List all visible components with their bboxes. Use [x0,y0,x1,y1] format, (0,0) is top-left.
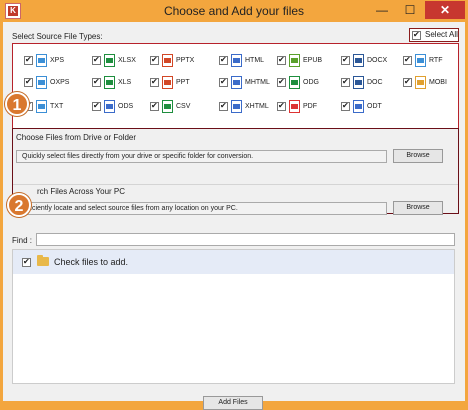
search-section-label: rch Files Across Your PC [37,187,126,196]
file-type-label: PDF [303,103,317,110]
file-type-label: RTF [429,57,443,64]
select-all-check-icon [412,30,421,40]
file-type-label: DOCX [367,57,388,64]
add-files-button[interactable]: Add Files [203,396,263,410]
file-type-label: HTML [245,57,265,64]
file-type-label: DOC [367,79,383,86]
select-all-label: Select All [425,30,458,39]
find-input[interactable] [36,233,455,246]
ods-file-icon [104,100,115,113]
section-divider [13,184,458,185]
minimize-button[interactable]: — [369,1,395,19]
ppt-file-icon [162,76,173,89]
txt-file-icon [36,100,47,113]
file-type-label: PPTX [176,57,195,64]
add-files-dialog: K Choose and Add your files — ☐ ✕ Select… [0,0,468,410]
file-type-check-icon [341,101,350,111]
search-pc-field: Efficiently locate and select source fil… [16,202,387,215]
file-type-check-icon [150,101,159,111]
file-type-check-icon [277,77,286,87]
csv-file-icon [162,100,173,113]
file-type-label: EPUB [303,57,323,64]
odt-file-icon [353,100,364,113]
title-bar: K Choose and Add your files — ☐ ✕ [0,0,468,22]
xps-file-icon [36,54,47,67]
file-type-label: MOBI [429,79,447,86]
file-type-check-icon [150,55,159,65]
file-type-check-icon [24,77,33,87]
maximize-button[interactable]: ☐ [397,1,423,19]
file-type-check-icon [277,101,286,111]
file-type-label: ODT [367,103,382,110]
file-type-label: XPS [50,57,65,64]
file-type-check-icon [403,77,412,87]
file-type-label: ODG [303,79,319,86]
file-type-label: PPT [176,79,190,86]
select-all-checkbox[interactable]: Select All [409,28,459,42]
browse-folder-button[interactable]: Browse [393,149,443,163]
folder-icon [37,255,49,266]
odg-file-icon [289,76,300,89]
html-file-icon [231,54,242,67]
xlsx-file-icon [104,54,115,67]
file-type-check-icon [219,55,228,65]
file-type-label: MHTML [245,79,270,86]
step-one-badge: 1 [5,92,29,116]
mhtml-file-icon [231,76,242,89]
file-type-label: CSV [176,103,191,110]
file-type-check-icon [92,55,101,65]
step-two-badge: 2 [7,193,31,217]
browse-pc-button[interactable]: Browse [393,201,443,215]
file-type-label: XLS [118,79,132,86]
choose-folder-field: Quickly select files directly from your … [16,150,387,163]
find-label: Find : [12,236,33,245]
file-list-checkbox[interactable] [22,257,31,267]
file-type-label: OXPS [50,79,70,86]
pdf-file-icon [289,100,300,113]
file-type-check-icon [277,55,286,65]
source-selection-box: Choose Files from Drive or Folder Quickl… [12,128,459,215]
file-type-label: XLSX [118,57,136,64]
file-list: Check files to add. [12,249,455,384]
xls-file-icon [104,76,115,89]
file-type-check-icon [24,55,33,65]
file-type-label: ODS [118,103,134,110]
file-list-header: Check files to add. [13,250,454,274]
file-type-label: TXT [50,103,64,110]
file-type-check-icon [150,77,159,87]
doc-file-icon [353,76,364,89]
pptx-file-icon [162,54,173,67]
oxps-file-icon [36,76,47,89]
file-type-check-icon [341,77,350,87]
xhtml-file-icon [231,100,242,113]
dialog-body: Select Source File Types: Select All XPS… [3,22,465,410]
file-list-header-label: Check files to add. [54,257,129,267]
file-type-check-icon [92,77,101,87]
file-type-check-icon [219,101,228,111]
source-types-label: Select Source File Types: [12,32,103,41]
rtf-file-icon [415,54,426,67]
file-type-check-icon [403,55,412,65]
file-type-check-icon [219,77,228,87]
close-button[interactable]: ✕ [425,1,465,19]
choose-section-label: Choose Files from Drive or Folder [16,133,137,142]
file-types-grid: XPS XLSX PPTX HTML EPUB DOCX RTF OXPS XLS PPT MHTM… [12,43,459,141]
file-type-check-icon [92,101,101,111]
file-type-check-icon [341,55,350,65]
epub-file-icon [289,54,300,67]
file-type-label: XHTML [245,103,269,110]
docx-file-icon [353,54,364,67]
mobi-file-icon [415,76,426,89]
